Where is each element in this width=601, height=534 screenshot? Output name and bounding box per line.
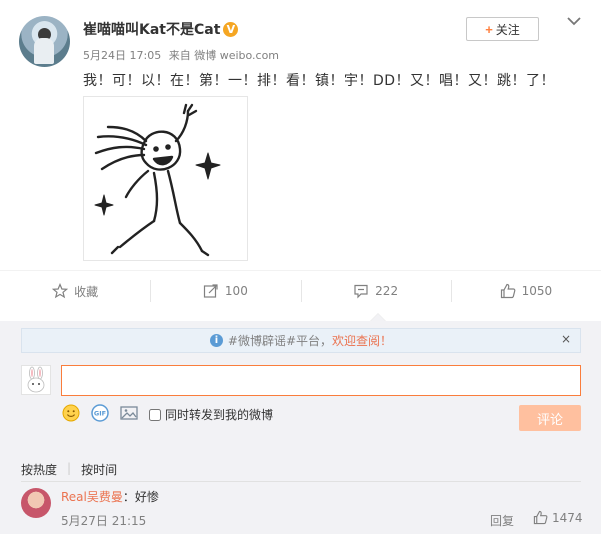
tab-sort-hot[interactable]: 按热度 <box>21 461 57 478</box>
comment-text: ：好惨 <box>122 490 159 504</box>
reply-button[interactable]: 回复 <box>490 512 514 529</box>
tab-sort-time[interactable]: 按时间 <box>81 461 117 478</box>
like-count: 1050 <box>521 284 553 298</box>
plus-icon: + <box>485 21 493 37</box>
comment-button[interactable]: 222 <box>300 276 451 306</box>
rabbit-avatar-icon <box>27 366 45 393</box>
repost-count: 100 <box>224 284 248 298</box>
divider <box>21 481 581 482</box>
favorite-label: 收藏 <box>74 284 99 299</box>
submit-comment-button[interactable]: 评论 <box>519 405 581 431</box>
comment-like-count: 1474 <box>552 510 583 525</box>
svg-text:GIF: GIF <box>94 410 106 418</box>
follow-label: 关注 <box>495 22 520 37</box>
repost-icon <box>203 284 218 298</box>
repost-checkbox-label: 同时转发到我的微博 <box>165 408 274 422</box>
star-icon <box>52 283 69 299</box>
sort-tabs: 按热度 | 按时间 <box>21 461 117 478</box>
comment-time: 5月27日 21:15 <box>61 514 147 528</box>
action-bar: 收藏 100 222 1050 <box>0 276 601 306</box>
comment-avatar[interactable] <box>21 488 51 518</box>
author-avatar[interactable] <box>19 16 70 67</box>
chevron-down-icon[interactable] <box>565 15 583 31</box>
follow-button[interactable]: + 关注 <box>466 17 539 41</box>
repost-button[interactable]: 100 <box>150 276 300 306</box>
post-source[interactable]: 来自 微博 weibo.com <box>169 49 279 62</box>
comment-like-button[interactable]: 1474 <box>533 510 583 525</box>
divider <box>0 270 601 271</box>
emoji-icon[interactable] <box>61 403 81 423</box>
avatar-figure-body <box>34 38 54 64</box>
gif-icon[interactable]: GIF <box>90 403 110 423</box>
notice-link[interactable]: 欢迎查阅！ <box>332 332 392 349</box>
comment-toolbar: GIF <box>61 403 139 423</box>
meme-drawing-icon <box>94 103 221 257</box>
author-name[interactable]: 崔喵喵叫Kat不是Cat <box>83 19 220 39</box>
rumor-notice: i #微博辟谣#平台， 欢迎查阅！ <box>21 328 581 353</box>
tab-separator: | <box>67 461 72 475</box>
post-meta: 5月24日 17:05 来自 微博 weibo.com <box>83 47 283 63</box>
post-image[interactable] <box>83 96 248 261</box>
post-text: 我！可！以！在！第！一！排！看！镇！宇！DD！又！唱！又！跳！了！ <box>83 73 556 89</box>
comment-icon <box>354 284 368 299</box>
comment-input[interactable] <box>61 365 581 396</box>
thumbs-up-icon <box>533 510 548 525</box>
comment-area: i #微博辟谣#平台， 欢迎查阅！ × GIF 同时转发到我的微博 评论 按热度… <box>0 321 601 534</box>
comment-caret <box>370 313 386 321</box>
like-button[interactable]: 1050 <box>450 276 601 306</box>
comment-body: Real吴费曼：好惨 <box>61 488 159 505</box>
notice-text: #微博辟谣#平台， <box>227 334 333 348</box>
thumbs-up-icon <box>500 283 515 299</box>
author-name-row: 崔喵喵叫Kat不是Cat V <box>83 19 239 39</box>
post-date[interactable]: 5月24日 17:05 <box>83 49 161 62</box>
verified-badge-icon[interactable]: V <box>223 21 239 37</box>
comment-username[interactable]: Real吴费曼 <box>61 490 123 504</box>
repost-checkbox-input[interactable] <box>149 408 161 421</box>
info-icon: i <box>209 334 223 347</box>
image-icon[interactable] <box>119 403 139 423</box>
comment-count: 222 <box>375 284 399 298</box>
repost-checkbox[interactable]: 同时转发到我的微博 <box>149 406 273 423</box>
my-avatar[interactable] <box>21 365 51 395</box>
close-icon[interactable]: × <box>561 332 571 346</box>
favorite-button[interactable]: 收藏 <box>0 276 150 306</box>
